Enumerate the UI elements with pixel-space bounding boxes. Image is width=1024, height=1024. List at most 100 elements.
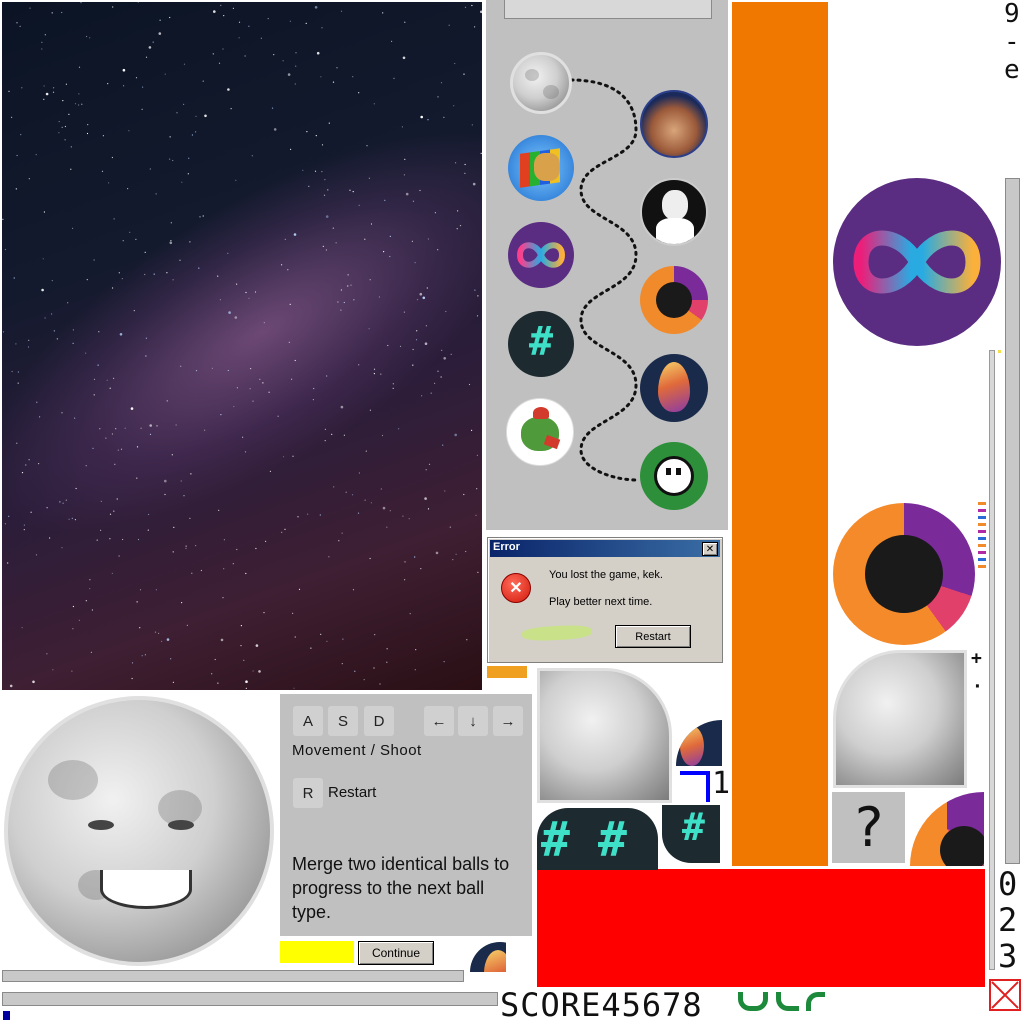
star — [347, 274, 349, 276]
star — [434, 212, 436, 214]
dialog-close-button[interactable]: ✕ — [702, 542, 718, 556]
star — [442, 444, 444, 446]
star — [319, 514, 321, 516]
star — [2, 218, 4, 220]
star — [240, 645, 242, 647]
red-x-box-icon — [989, 979, 1021, 1011]
star — [32, 680, 35, 684]
star — [152, 41, 154, 43]
star — [36, 401, 38, 403]
star — [128, 130, 130, 132]
star — [139, 627, 141, 629]
star — [404, 579, 406, 581]
star — [189, 241, 191, 243]
star — [85, 600, 87, 602]
star — [343, 434, 345, 436]
star — [403, 311, 405, 313]
star — [475, 514, 477, 517]
star — [443, 661, 445, 663]
dot-glyph: · — [972, 676, 983, 697]
star — [472, 182, 476, 186]
star — [86, 132, 89, 135]
star — [62, 502, 64, 504]
horizontal-slider-bar[interactable] — [2, 992, 498, 1006]
star — [404, 158, 406, 160]
star — [185, 547, 187, 549]
star — [336, 67, 338, 69]
star — [90, 651, 92, 653]
star — [109, 513, 112, 515]
star — [380, 488, 382, 490]
star — [112, 6, 114, 8]
star — [244, 451, 247, 453]
star — [414, 669, 416, 671]
star — [308, 185, 310, 187]
star — [74, 417, 76, 419]
star — [91, 609, 93, 611]
star — [252, 400, 254, 402]
star — [46, 507, 48, 509]
star — [8, 90, 10, 92]
star — [298, 588, 301, 591]
star — [338, 540, 340, 542]
star — [195, 370, 198, 372]
star — [86, 35, 88, 38]
star — [135, 77, 138, 79]
error-message-line1: You lost the game, kek. — [549, 569, 663, 581]
continue-button[interactable]: Continue — [358, 941, 434, 965]
star — [7, 562, 9, 564]
star — [324, 179, 326, 181]
star — [464, 172, 466, 174]
star — [425, 469, 427, 471]
star — [295, 52, 297, 54]
star — [109, 538, 111, 540]
star — [352, 589, 355, 591]
hashtag-crop-1: # — [537, 808, 599, 870]
star — [295, 65, 297, 67]
star — [121, 278, 123, 280]
star — [378, 296, 380, 298]
star — [169, 241, 173, 245]
star — [288, 341, 290, 343]
star — [358, 472, 360, 474]
star — [321, 144, 324, 146]
star — [389, 510, 391, 512]
star — [245, 680, 248, 683]
star — [389, 235, 391, 237]
star — [403, 174, 405, 176]
star — [65, 499, 67, 501]
star — [420, 568, 422, 570]
star — [294, 636, 296, 638]
star — [17, 371, 19, 373]
star — [243, 659, 245, 661]
star — [412, 348, 414, 351]
star — [93, 259, 95, 261]
star — [219, 299, 221, 301]
star — [164, 493, 166, 496]
star — [133, 310, 135, 312]
key-r: R — [293, 778, 323, 808]
star — [456, 228, 458, 230]
star — [392, 383, 394, 385]
star — [332, 227, 334, 229]
star — [98, 331, 100, 333]
star — [39, 416, 41, 418]
star — [140, 427, 142, 429]
orange-chip — [487, 666, 527, 678]
star — [427, 119, 429, 121]
error-dialog-titlebar: Error ✕ — [490, 540, 720, 557]
star — [61, 547, 63, 549]
star — [122, 538, 124, 541]
star — [222, 597, 224, 599]
star — [293, 233, 297, 236]
star — [123, 85, 125, 87]
vertical-slider-bar[interactable] — [1005, 178, 1020, 864]
star — [434, 382, 436, 384]
star — [155, 193, 157, 195]
star — [214, 658, 216, 661]
dialog-restart-button[interactable]: Restart — [615, 625, 691, 648]
key-down-arrow: ↓ — [458, 706, 488, 736]
star — [28, 178, 30, 180]
star — [414, 262, 416, 264]
star — [78, 93, 80, 95]
